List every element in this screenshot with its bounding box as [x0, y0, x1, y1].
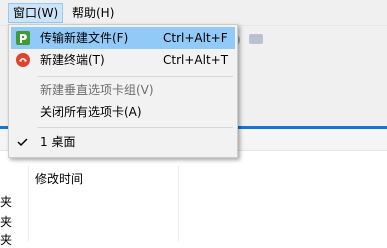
menubar-window[interactable]: 窗口(W): [8, 3, 64, 23]
list-item[interactable]: 夹: [0, 213, 12, 230]
transfer-file-icon: [15, 30, 31, 46]
terminal-shell-icon: [15, 52, 31, 68]
menu-item-label: 1 桌面: [40, 135, 76, 149]
menu-separator: [37, 76, 233, 77]
column-divider: [28, 166, 29, 241]
menu-bar: 窗口(W) 帮助(H): [0, 0, 387, 26]
list-item[interactable]: 夹: [0, 193, 12, 210]
menu-item-label: 传输新建文件(F): [40, 31, 129, 45]
menu-item-shortcut: Ctrl+Alt+F: [163, 31, 228, 45]
menu-item-label: 新建垂直选项卡组(V): [40, 83, 154, 97]
menu-item-new-terminal[interactable]: 新建终端(T) Ctrl+Alt+T: [11, 49, 235, 71]
menu-item-new-vertical-tab-group: 新建垂直选项卡组(V): [11, 79, 235, 101]
checkmark-icon: [15, 134, 31, 150]
column-header-modified[interactable]: 修改时间: [35, 170, 83, 187]
menu-item-transfer-new-file[interactable]: 传输新建文件(F) Ctrl+Alt+F: [11, 27, 235, 49]
column-divider: [178, 166, 179, 241]
menu-item-close-all-tabs[interactable]: 关闭所有选项卡(A): [11, 101, 235, 123]
menu-item-desktop[interactable]: 1 桌面: [11, 131, 235, 153]
menu-separator: [37, 127, 233, 128]
list-item[interactable]: 夹: [0, 231, 12, 248]
menubar-help[interactable]: 帮助(H): [68, 3, 118, 23]
chat-icon[interactable]: [249, 34, 263, 44]
window-menu: 传输新建文件(F) Ctrl+Alt+F 新建终端(T) Ctrl+Alt+T …: [8, 24, 238, 158]
menu-item-label: 新建终端(T): [40, 53, 105, 67]
menu-item-shortcut: Ctrl+Alt+T: [163, 53, 229, 67]
file-list: [0, 151, 387, 241]
menu-item-label: 关闭所有选项卡(A): [40, 105, 142, 119]
